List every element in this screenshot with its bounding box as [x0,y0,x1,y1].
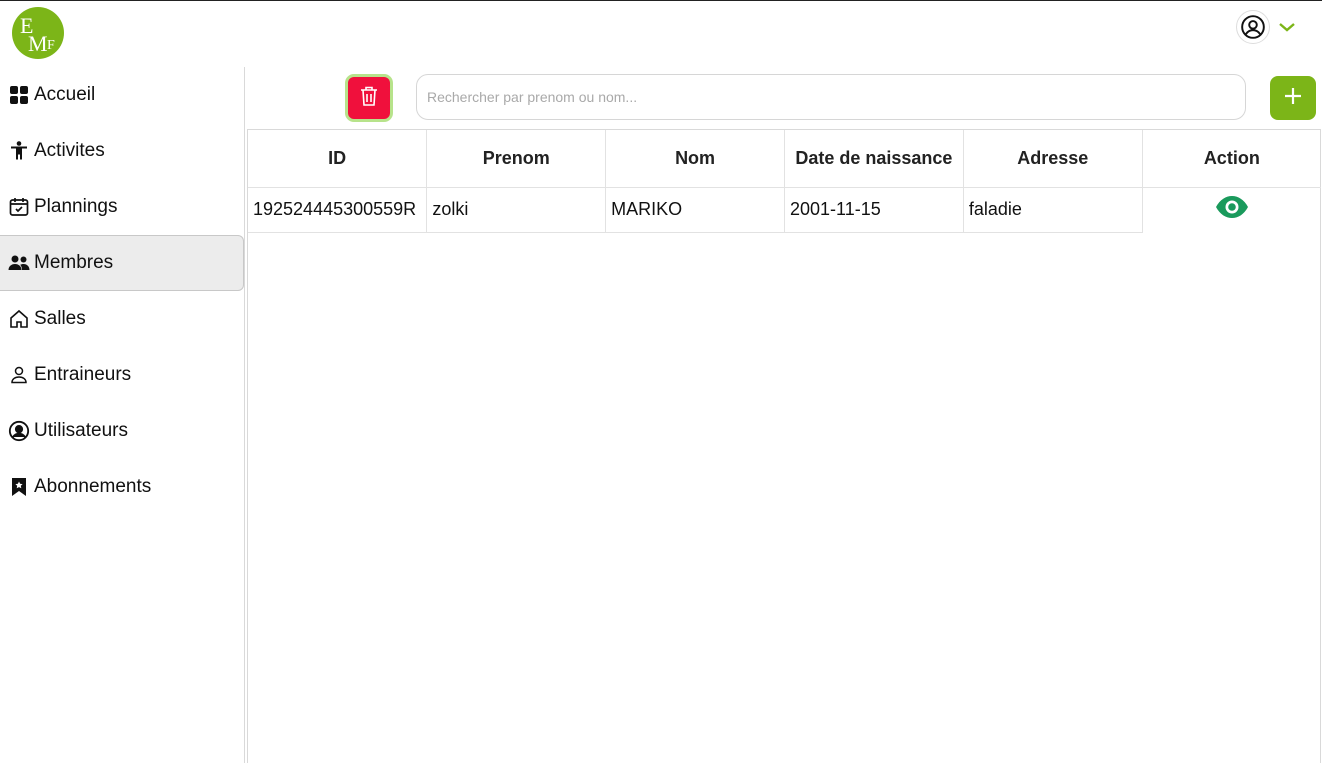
cell-adresse: faladie [963,187,1143,233]
column-header-id[interactable]: ID [248,130,428,188]
svg-text:F: F [47,38,55,53]
column-header-action: Action [1142,130,1321,188]
sidebar-item-membres[interactable]: Membres [0,235,244,291]
column-header-nom[interactable]: Nom [605,130,785,188]
cell-date-naissance: 2001-11-15 [784,187,964,233]
column-header-adresse[interactable]: Adresse [963,130,1143,188]
user-circle-icon [8,420,30,442]
sidebar-item-label: Membres [34,252,114,273]
sidebar-item-label: Activites [34,140,105,161]
sidebar-item-label: Utilisateurs [34,420,128,441]
app-logo[interactable]: E M F [12,7,64,59]
table-header-row: ID Prenom Nom Date de naissance Adresse … [248,130,1321,188]
sidebar-item-label: Plannings [34,196,118,217]
delete-button[interactable] [345,74,393,122]
sidebar-item-plannings[interactable]: Plannings [0,179,244,235]
sidebar-item-label: Salles [34,308,86,329]
em-logo-icon: E M F [20,13,55,56]
column-header-date-naissance[interactable]: Date de naissance [784,130,964,188]
trash-icon [359,85,379,112]
cell-prenom: zolki [426,187,607,233]
person-outline-icon [8,364,30,386]
sidebar-item-accueil[interactable]: Accueil [0,67,244,123]
eye-icon[interactable] [1215,195,1249,219]
sidebar-item-entraineurs[interactable]: Entraineurs [0,347,244,403]
house-icon [8,308,30,330]
user-menu[interactable] [1236,10,1296,44]
calendar-check-icon [8,196,30,218]
sidebar-item-utilisateurs[interactable]: Utilisateurs [0,403,244,459]
bookmark-star-icon [8,476,30,498]
sidebar: Accueil Activites Plannings Membres Sall… [0,67,245,763]
sidebar-item-label: Abonnements [34,476,152,497]
table-row[interactable]: 192524445300559R zolki MARIKO 2001-11-15… [248,187,1321,233]
cell-id: 192524445300559R [248,187,428,233]
sidebar-item-label: Accueil [34,84,96,105]
cell-nom: MARIKO [605,187,785,233]
cell-action [1142,187,1321,232]
add-member-button[interactable] [1270,76,1316,120]
user-circle-icon[interactable] [1236,10,1270,44]
search-input[interactable] [416,74,1246,120]
plus-icon [1283,86,1303,111]
svg-text:M: M [28,31,48,56]
sidebar-item-activites[interactable]: Activites [0,123,244,179]
sidebar-item-salles[interactable]: Salles [0,291,244,347]
people-icon [8,252,30,274]
sidebar-item-abonnements[interactable]: Abonnements [0,459,244,515]
chevron-down-icon[interactable] [1278,21,1296,33]
column-header-prenom[interactable]: Prenom [426,130,607,188]
person-icon [8,140,30,162]
sidebar-item-label: Entraineurs [34,364,132,385]
grid-icon [8,84,30,106]
members-table: ID Prenom Nom Date de naissance Adresse … [247,129,1321,763]
